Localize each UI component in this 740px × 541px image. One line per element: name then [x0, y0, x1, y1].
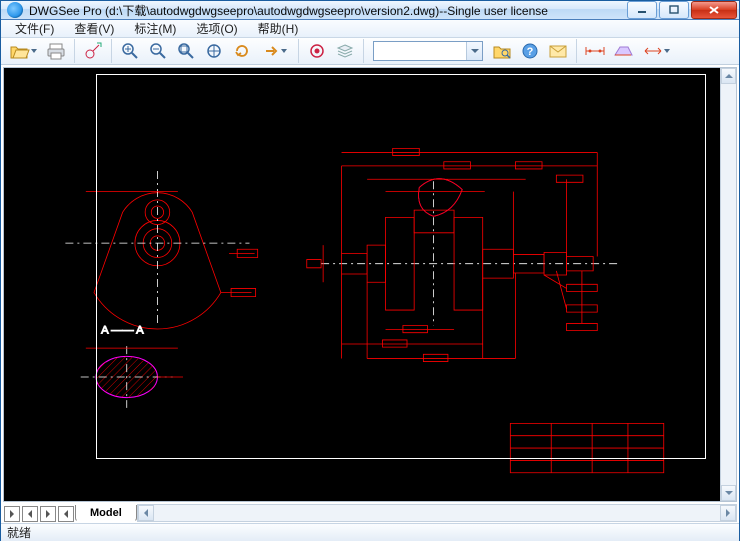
folder-search-icon [492, 41, 512, 61]
menu-markup[interactable]: 标注(M) [124, 20, 186, 37]
zoom-window-button[interactable] [173, 38, 199, 64]
separator [363, 39, 364, 63]
first-icon [8, 510, 16, 518]
chevron-down-icon [31, 41, 37, 61]
layers-icon [336, 42, 354, 60]
open-button[interactable] [5, 38, 41, 64]
area-icon [612, 43, 634, 59]
area-button[interactable] [610, 38, 636, 64]
zoom-out-button[interactable] [145, 38, 171, 64]
chevron-up-icon [725, 72, 733, 80]
menu-file[interactable]: 文件(F) [5, 20, 64, 37]
chevron-right-icon [724, 509, 732, 517]
status-text: 就绪 [7, 524, 31, 541]
measure-icon [83, 41, 103, 61]
sheet-tabs: Model [3, 504, 137, 522]
maximize-icon [669, 5, 679, 15]
separator [298, 39, 299, 63]
prev-icon [26, 510, 34, 518]
close-icon [708, 5, 720, 15]
zoom-out-icon [149, 42, 167, 60]
statusbar: 就绪 [1, 523, 739, 541]
app-icon [7, 2, 23, 18]
tab-last-button[interactable] [58, 506, 74, 522]
chevron-down-icon [281, 42, 287, 60]
target-button[interactable] [304, 38, 330, 64]
zoom-in-icon [121, 42, 139, 60]
separator [576, 39, 577, 63]
refresh-icon [233, 42, 251, 60]
chevron-down-icon [664, 43, 670, 59]
next-icon [44, 510, 52, 518]
tab-model[interactable]: Model [75, 505, 137, 522]
minimize-icon [637, 5, 647, 15]
chevron-down-icon[interactable] [466, 42, 482, 60]
layers-button[interactable] [332, 38, 358, 64]
distance-button[interactable] [638, 38, 674, 64]
drawing-frame [96, 74, 706, 459]
distance-icon [642, 43, 664, 59]
regenerate-button[interactable] [229, 38, 255, 64]
folder-open-icon [9, 41, 31, 61]
mail-button[interactable] [545, 38, 571, 64]
help-button[interactable]: ? [517, 38, 543, 64]
arrow-right-icon [263, 42, 281, 60]
dimension-icon [584, 43, 606, 59]
scroll-track[interactable] [721, 84, 736, 485]
menu-options[interactable]: 选项(O) [186, 20, 247, 37]
window-title: DWGSee Pro (d:\下载\autodwgdwgseepro\autod… [29, 2, 627, 19]
zoom-in-button[interactable] [117, 38, 143, 64]
tab-next-button[interactable] [40, 506, 56, 522]
tab-first-button[interactable] [4, 506, 20, 522]
zoom-window-icon [177, 42, 195, 60]
help-icon: ? [521, 42, 539, 60]
last-icon [62, 510, 70, 518]
work-area: A —— A [1, 65, 739, 523]
maximize-button[interactable] [659, 1, 689, 19]
measure-button[interactable] [80, 38, 106, 64]
vertical-scrollbar[interactable] [720, 68, 736, 501]
menu-view[interactable]: 查看(V) [64, 20, 124, 37]
close-button[interactable] [691, 1, 737, 19]
scroll-down-button[interactable] [721, 485, 736, 501]
scroll-track[interactable] [154, 505, 720, 521]
drawing-canvas[interactable]: A —— A [4, 68, 720, 501]
svg-text:?: ? [527, 46, 534, 58]
window-controls [627, 1, 737, 19]
scroll-up-button[interactable] [721, 68, 736, 84]
separator [111, 39, 112, 63]
scroll-right-button[interactable] [720, 505, 736, 521]
separator [74, 39, 75, 63]
chevron-down-icon [725, 489, 733, 497]
menubar: 文件(F) 查看(V) 标注(M) 选项(O) 帮助(H) [1, 20, 739, 38]
zoom-extents-button[interactable] [201, 38, 227, 64]
tab-scroll-row: Model [3, 504, 737, 522]
layer-combobox[interactable] [373, 41, 483, 61]
menu-help[interactable]: 帮助(H) [248, 20, 309, 37]
titlebar[interactable]: DWGSee Pro (d:\下载\autodwgdwgseepro\autod… [1, 1, 739, 20]
printer-icon [46, 41, 66, 61]
tab-prev-button[interactable] [22, 506, 38, 522]
print-button[interactable] [43, 38, 69, 64]
canvas-container: A —— A [3, 67, 737, 502]
chevron-left-icon [142, 509, 150, 517]
scroll-left-button[interactable] [138, 505, 154, 521]
target-icon [308, 42, 326, 60]
mail-icon [548, 42, 568, 60]
zoom-extents-icon [205, 42, 223, 60]
minimize-button[interactable] [627, 1, 657, 19]
forward-button[interactable] [257, 38, 293, 64]
toolbar: ? [1, 38, 739, 65]
browse-button[interactable] [489, 38, 515, 64]
app-window: DWGSee Pro (d:\下载\autodwgdwgseepro\autod… [0, 0, 740, 541]
horizontal-scrollbar[interactable] [137, 504, 737, 522]
dimension-button[interactable] [582, 38, 608, 64]
